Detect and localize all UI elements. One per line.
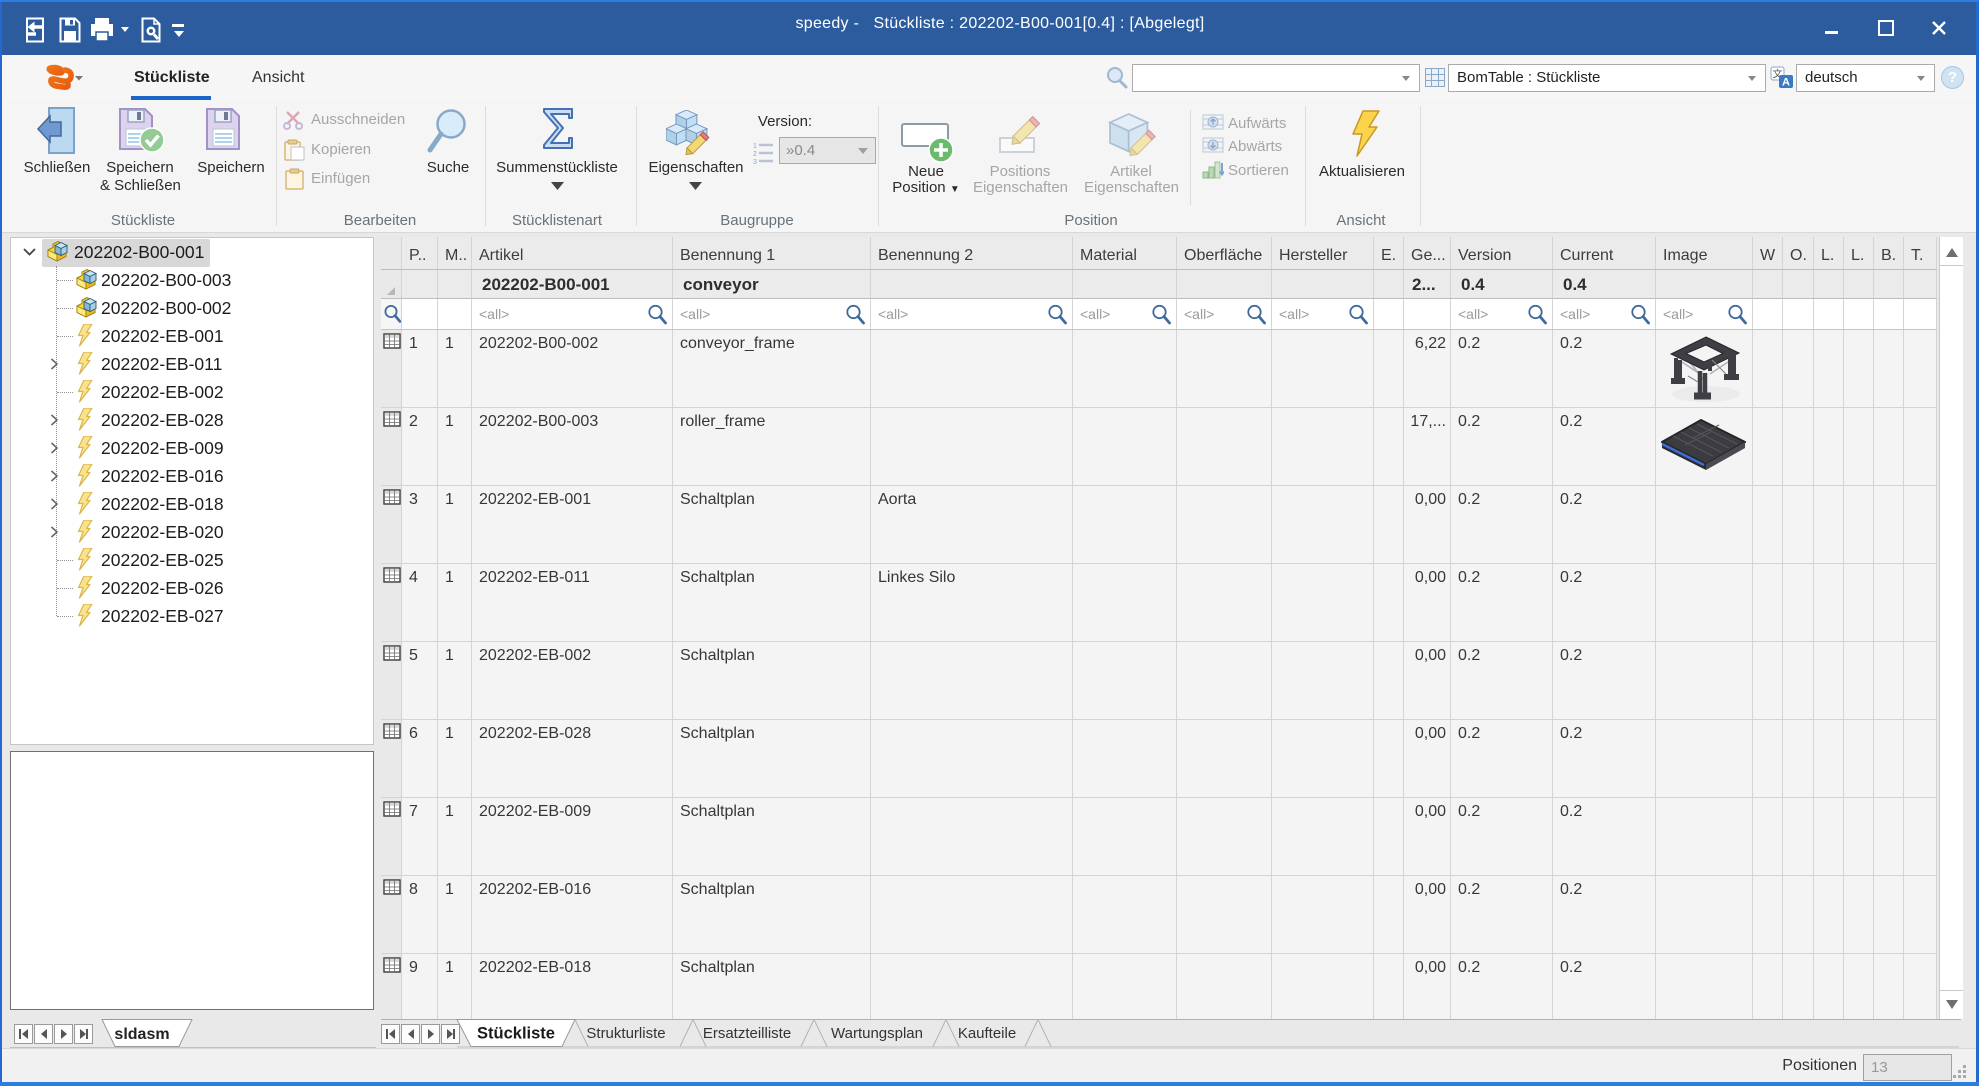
svg-text:Kaufteile: Kaufteile [958, 1025, 1016, 1042]
svg-text:1: 1 [753, 143, 757, 150]
svg-text:Ersatzteilliste: Ersatzteilliste [703, 1025, 791, 1042]
svg-text:2: 2 [753, 151, 757, 158]
svg-text:Strukturliste: Strukturliste [586, 1025, 665, 1042]
svg-text:sldasm: sldasm [114, 1026, 169, 1043]
svg-text:Stückliste: Stückliste [477, 1025, 555, 1043]
svg-text:3: 3 [753, 159, 757, 164]
svg-text:A: A [1782, 77, 1790, 89]
svg-text:Wartungsplan: Wartungsplan [831, 1025, 923, 1042]
